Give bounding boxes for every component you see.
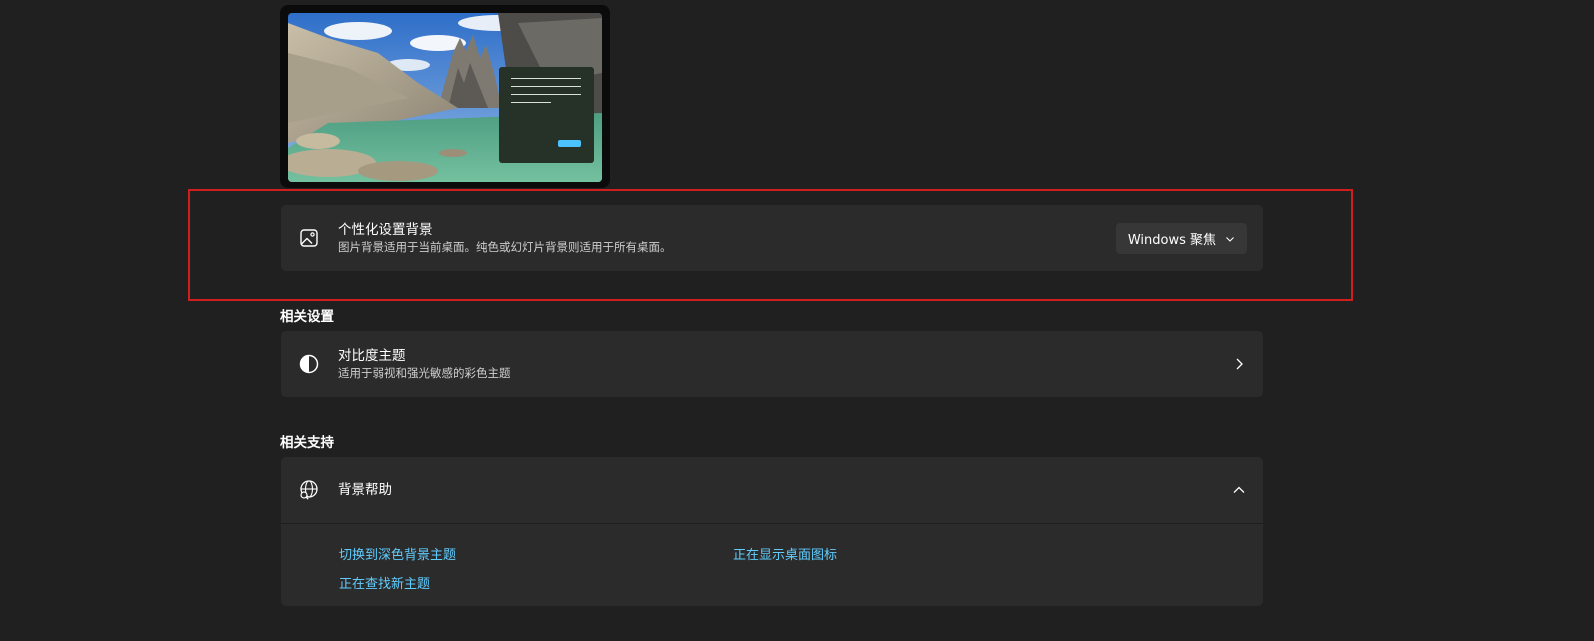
contrast-themes-card[interactable]: 对比度主题 适用于弱视和强光敏感的彩色主题 (281, 331, 1263, 397)
link-find-new-themes[interactable]: 正在查找新主题 (339, 573, 430, 592)
globe-search-icon (300, 480, 318, 500)
related-settings-heading: 相关设置 (280, 309, 334, 325)
background-type-dropdown[interactable]: Windows 聚焦 (1115, 223, 1247, 254)
picture-icon (300, 229, 318, 247)
background-setting-title: 个性化设置背景 (338, 222, 433, 238)
contrast-icon (299, 354, 319, 374)
chevron-down-icon (1226, 236, 1234, 242)
chevron-right-icon (1236, 358, 1243, 370)
related-support-heading: 相关支持 (280, 435, 334, 451)
preview-screen (288, 13, 602, 182)
link-show-desktop-icons[interactable]: 正在显示桌面图标 (733, 544, 837, 563)
background-help-title: 背景帮助 (338, 482, 392, 498)
background-setting-card: 个性化设置背景 图片背景适用于当前桌面。纯色或幻灯片背景则适用于所有桌面。 Wi… (281, 205, 1263, 271)
background-help-card: 背景帮助 切换到深色背景主题 正在显示桌面图标 正在查找新主题 (281, 457, 1263, 606)
preview-accent-button (558, 140, 581, 147)
dropdown-selected-value: Windows 聚焦 (1127, 233, 1216, 248)
preview-mini-window (499, 67, 594, 163)
contrast-themes-subtitle: 适用于弱视和强光敏感的彩色主题 (338, 366, 511, 380)
chevron-up-icon[interactable] (1231, 482, 1247, 498)
background-setting-subtitle: 图片背景适用于当前桌面。纯色或幻灯片背景则适用于所有桌面。 (338, 240, 672, 254)
background-help-header[interactable]: 背景帮助 (281, 457, 1263, 523)
link-switch-dark-theme[interactable]: 切换到深色背景主题 (339, 544, 456, 563)
background-preview (280, 5, 610, 188)
help-links: 切换到深色背景主题 正在显示桌面图标 正在查找新主题 (281, 524, 1263, 606)
contrast-themes-title: 对比度主题 (338, 348, 406, 364)
